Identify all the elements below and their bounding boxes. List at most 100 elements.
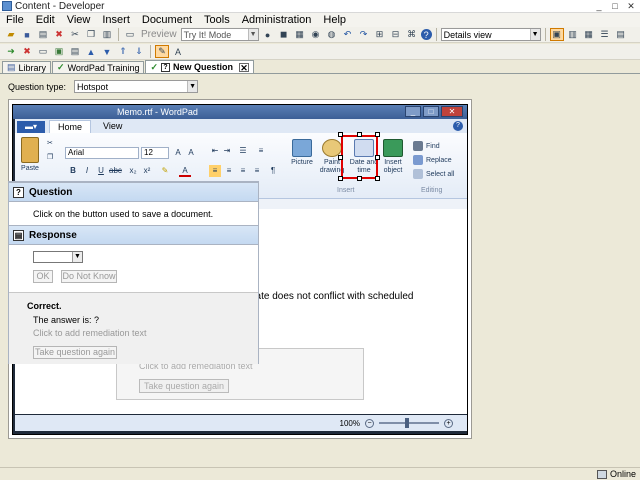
subscript-icon: x₂ xyxy=(129,166,137,175)
open-icon[interactable]: ▰ xyxy=(4,28,18,41)
undo-icon[interactable]: ↶ xyxy=(341,28,355,41)
layout-single-icon[interactable]: ▣ xyxy=(549,28,564,41)
properties-icon[interactable]: ▤ xyxy=(68,45,82,58)
move-top-icon[interactable]: ⇑ xyxy=(116,45,130,58)
zoom-level: 100% xyxy=(339,418,360,428)
align-center-icon: ≡ xyxy=(226,166,232,175)
frame-add-icon[interactable]: ⊞ xyxy=(373,28,387,41)
move-up-icon[interactable]: ▲ xyxy=(84,45,98,58)
response-select[interactable]: ▼ xyxy=(33,251,83,263)
secondary-toolbar: ➜ ✖ ▭ ▣ ▤ ▲ ▼ ⇑ ⇓ ✎ A xyxy=(0,44,640,60)
layout-grid-icon[interactable]: ▦ xyxy=(582,28,596,41)
question-icon: ? xyxy=(13,186,24,198)
minimize-button[interactable]: _ xyxy=(592,1,606,12)
response-header-label: Response xyxy=(29,229,77,241)
replace-button: Replace xyxy=(413,155,452,165)
take-question-again-button[interactable]: Take question again xyxy=(33,346,117,359)
print-icon[interactable]: ▤ xyxy=(36,28,50,41)
redo-icon[interactable]: ↷ xyxy=(357,28,371,41)
chevron-down-icon: ▼ xyxy=(187,81,198,92)
record-list-icon[interactable]: ▦ xyxy=(293,28,307,41)
menu-help[interactable]: Help xyxy=(323,14,346,26)
text-tool-icon[interactable]: A xyxy=(171,45,185,58)
hotspot-region[interactable] xyxy=(341,135,378,179)
title-bar: Content - Developer _ □ ✕ xyxy=(0,0,640,13)
layout-split-icon[interactable]: ▥ xyxy=(566,28,580,41)
resize-handle[interactable] xyxy=(375,176,380,181)
move-bottom-icon[interactable]: ⇓ xyxy=(132,45,146,58)
close-button[interactable]: ✕ xyxy=(624,1,638,12)
bullets-icon: ☰ xyxy=(239,146,247,155)
do-not-know-button[interactable]: Do Not Know xyxy=(61,270,117,283)
frame-remove-icon[interactable]: ⊟ xyxy=(389,28,403,41)
resize-handle[interactable] xyxy=(338,132,343,137)
save-icon[interactable]: ■ xyxy=(20,28,34,41)
question-header: ? Question xyxy=(9,182,258,202)
question-type-select[interactable]: Hotspot ▼ xyxy=(74,80,199,93)
question-text: Click on the button used to save a docum… xyxy=(33,209,214,219)
select-all-icon xyxy=(413,169,423,179)
layout-list-icon[interactable]: ☰ xyxy=(598,28,612,41)
feedback-title: Correct. xyxy=(27,301,62,311)
menu-administration[interactable]: Administration xyxy=(242,14,312,26)
wordpad-maximize-icon: □ xyxy=(423,106,439,117)
close-tab-icon[interactable]: ✕ xyxy=(239,62,250,72)
resize-handle[interactable] xyxy=(357,132,362,137)
question-type-value: Hotspot xyxy=(77,81,109,92)
wordpad-title: Memo.rtf - WordPad xyxy=(117,107,198,117)
tab-library[interactable]: ▤ Library xyxy=(2,61,52,73)
link-icon[interactable]: ⌘ xyxy=(405,28,419,41)
globe-icon[interactable]: ◍ xyxy=(325,28,339,41)
question-type-row: Question type: Hotspot ▼ xyxy=(8,80,199,93)
preview-button[interactable]: Preview xyxy=(139,29,179,40)
menu-edit[interactable]: Edit xyxy=(36,14,55,26)
checkmark-icon: ✓ xyxy=(57,62,65,72)
menu-document[interactable]: Document xyxy=(142,14,192,26)
menu-file[interactable]: File xyxy=(6,14,24,26)
delete-frame-icon[interactable]: ✖ xyxy=(20,45,34,58)
view-select[interactable]: Details view ▼ xyxy=(440,28,541,41)
highlight-icon: ✎ xyxy=(161,166,169,175)
insert-frame-icon[interactable]: ➜ xyxy=(4,45,18,58)
preview-icon[interactable]: ▭ xyxy=(123,28,137,41)
window-title: Content - Developer xyxy=(15,0,105,12)
cut-icon[interactable]: ✂ xyxy=(68,28,82,41)
media-icon[interactable]: ◉ xyxy=(309,28,323,41)
menu-tools[interactable]: Tools xyxy=(204,14,230,26)
menu-bar: File Edit View Insert Document Tools Adm… xyxy=(0,13,640,27)
wordpad-close-icon: ✕ xyxy=(441,106,463,117)
copy-icon[interactable]: ❐ xyxy=(84,28,98,41)
record-icon[interactable]: ● xyxy=(261,28,275,41)
menu-insert[interactable]: Insert xyxy=(102,14,130,26)
layout-detail-icon[interactable]: ▤ xyxy=(614,28,628,41)
wordpad-title-bar: Memo.rtf - WordPad _ □ ✕ xyxy=(13,105,467,119)
resize-handle[interactable] xyxy=(357,176,362,181)
resize-handle[interactable] xyxy=(338,155,343,160)
menu-view[interactable]: View xyxy=(67,14,91,26)
zoom-in-icon: + xyxy=(444,418,453,428)
maximize-button[interactable]: □ xyxy=(608,1,622,12)
edit-pencil-icon[interactable]: ✎ xyxy=(155,45,169,58)
find-button: Find xyxy=(413,141,440,151)
screenshot-icon[interactable]: ▣ xyxy=(52,45,66,58)
book-icon: ▤ xyxy=(7,62,16,72)
binoculars-icon xyxy=(413,141,423,151)
replace-icon xyxy=(413,155,423,165)
paste-icon[interactable]: ▥ xyxy=(100,28,114,41)
ok-button[interactable]: OK xyxy=(33,270,53,283)
tab-new-question[interactable]: ✓ ? New Question ✕ xyxy=(145,60,255,73)
resize-handle[interactable] xyxy=(375,132,380,137)
increase-indent-icon: ⇥ xyxy=(223,146,231,155)
insert-object-button: Insert object xyxy=(379,139,407,175)
mode-select[interactable]: Try It! Mode ▼ xyxy=(180,28,259,41)
resize-handle[interactable] xyxy=(338,176,343,181)
help-icon[interactable]: ? xyxy=(420,29,432,40)
status-bar: Online xyxy=(0,467,640,480)
bubble-icon[interactable]: ▭ xyxy=(36,45,50,58)
move-down-icon[interactable]: ▼ xyxy=(100,45,114,58)
stop-icon[interactable]: ◼ xyxy=(277,28,291,41)
resize-handle[interactable] xyxy=(375,155,380,160)
delete-icon[interactable]: ✖ xyxy=(52,28,66,41)
tab-wordpad-training[interactable]: ✓ WordPad Training xyxy=(52,61,145,73)
remediation-text[interactable]: Click to add remediation text xyxy=(33,328,147,338)
